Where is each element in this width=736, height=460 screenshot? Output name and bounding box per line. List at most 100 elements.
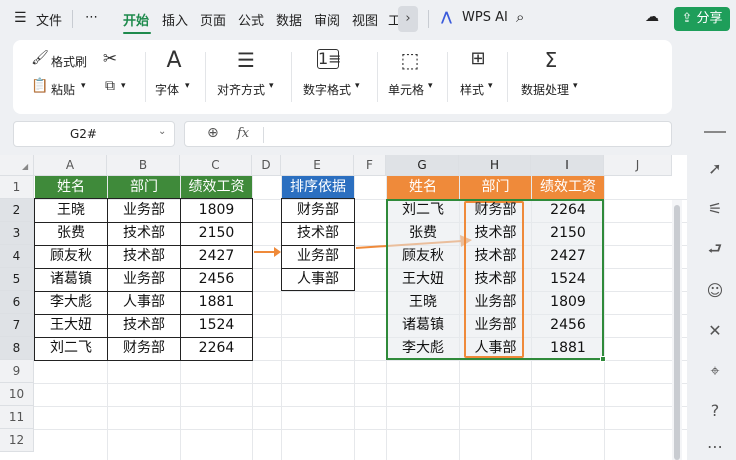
fx-icon[interactable]: fx xyxy=(237,126,249,141)
table-cell[interactable]: 王晓 xyxy=(35,199,107,222)
collapse-icon[interactable] xyxy=(704,131,726,133)
tab-home[interactable]: 开始 xyxy=(123,10,149,29)
chevron-down-icon[interactable]: ▾ xyxy=(121,81,126,91)
tab-insert[interactable]: 插入 xyxy=(162,10,188,29)
result-cell[interactable]: 2427 xyxy=(532,245,604,268)
search-icon[interactable]: ⌕ xyxy=(516,8,524,26)
source-header-name[interactable]: 姓名 xyxy=(35,176,107,199)
tools-icon[interactable]: ✕ xyxy=(704,320,726,342)
share-button[interactable]: ⇪ 分享 xyxy=(674,7,730,31)
table-cell[interactable]: 2456 xyxy=(181,268,252,291)
result-cell[interactable]: 刘二飞 xyxy=(387,199,459,222)
chevron-down-icon[interactable]: ▾ xyxy=(81,81,86,91)
tab-page[interactable]: 页面 xyxy=(200,10,226,29)
column-header-i[interactable]: I xyxy=(531,155,604,176)
column-header-j[interactable]: J xyxy=(604,155,672,176)
result-cell[interactable]: 顾友秋 xyxy=(387,245,459,268)
zoom-icon[interactable]: ⊕ xyxy=(207,125,219,141)
row-header-6[interactable]: 6 xyxy=(0,291,34,314)
chevron-right-icon[interactable]: › xyxy=(398,6,418,32)
result-cell[interactable]: 2264 xyxy=(532,199,604,222)
table-cell[interactable]: 业务部 xyxy=(108,199,180,222)
row-header-7[interactable]: 7 xyxy=(0,314,34,337)
paste-button[interactable]: 粘贴 xyxy=(51,81,75,98)
number-format-group-button[interactable]: 数字格式 xyxy=(303,81,351,98)
source-header-dept[interactable]: 部门 xyxy=(108,176,180,199)
map-icon[interactable]: ⌖ xyxy=(704,360,726,382)
alignment-group-button[interactable]: 对齐方式 xyxy=(217,81,265,98)
table-cell[interactable]: 王大妞 xyxy=(35,314,107,337)
result-cell[interactable]: 技术部 xyxy=(460,222,531,245)
style-group-button[interactable]: 样式 xyxy=(460,81,484,98)
column-header-f[interactable]: F xyxy=(354,155,386,176)
result-cell[interactable]: 张费 xyxy=(387,222,459,245)
result-cell[interactable]: 王晓 xyxy=(387,291,459,314)
table-cell[interactable]: 刘二飞 xyxy=(35,337,107,360)
scrollbar-thumb[interactable] xyxy=(674,205,680,460)
tab-formula[interactable]: 公式 xyxy=(238,10,264,29)
name-box[interactable]: G2# ⌄ xyxy=(13,121,175,147)
source-header-salary[interactable]: 绩效工资 xyxy=(181,176,252,199)
table-cell[interactable]: 1881 xyxy=(181,291,252,314)
column-header-a[interactable]: A xyxy=(34,155,107,176)
cursor-icon[interactable]: ➚ xyxy=(704,158,726,180)
table-cell[interactable]: 1809 xyxy=(181,199,252,222)
result-header-dept[interactable]: 部门 xyxy=(460,176,531,199)
format-painter-button[interactable]: 格式刷 xyxy=(51,53,87,70)
row-header-2[interactable]: 2 xyxy=(0,199,34,222)
table-cell[interactable]: 诸葛镇 xyxy=(35,268,107,291)
font-group-button[interactable]: 字体 xyxy=(155,81,179,98)
sort-basis-item[interactable]: 技术部 xyxy=(282,222,354,245)
return-icon[interactable]: ⮐ xyxy=(704,238,726,260)
wps-ai-button[interactable]: WPS AI xyxy=(462,10,508,25)
tab-view[interactable]: 视图 xyxy=(352,10,378,29)
table-cell[interactable]: 2150 xyxy=(181,222,252,245)
row-header-3[interactable]: 3 xyxy=(0,222,34,245)
tab-data[interactable]: 数据 xyxy=(276,10,302,29)
table-cell[interactable]: 技术部 xyxy=(108,314,180,337)
menu-file[interactable]: 文件 xyxy=(36,10,62,29)
row-header-10[interactable]: 10 xyxy=(0,383,34,406)
result-cell[interactable]: 业务部 xyxy=(460,291,531,314)
result-cell[interactable]: 2150 xyxy=(532,222,604,245)
result-cell[interactable]: 业务部 xyxy=(460,314,531,337)
result-cell[interactable]: 2456 xyxy=(532,314,604,337)
row-header-4[interactable]: 4 xyxy=(0,245,34,268)
table-cell[interactable]: 人事部 xyxy=(108,291,180,314)
result-cell[interactable]: 技术部 xyxy=(460,268,531,291)
result-cell[interactable]: 1881 xyxy=(532,337,604,360)
result-cell[interactable]: 财务部 xyxy=(460,199,531,222)
chevron-down-icon[interactable]: ⌄ xyxy=(158,126,166,137)
result-header-salary[interactable]: 绩效工资 xyxy=(532,176,604,199)
cell-group-button[interactable]: 单元格 xyxy=(388,81,424,98)
result-cell[interactable]: 1524 xyxy=(532,268,604,291)
result-cell[interactable]: 技术部 xyxy=(460,245,531,268)
column-header-c[interactable]: C xyxy=(180,155,252,176)
cloud-upload-icon[interactable]: ☁ xyxy=(645,9,659,25)
row-header-1[interactable]: 1 xyxy=(0,176,34,199)
table-cell[interactable]: 技术部 xyxy=(108,245,180,268)
result-cell[interactable]: 王大妞 xyxy=(387,268,459,291)
help-icon[interactable]: ? xyxy=(704,400,726,422)
more-dots-icon[interactable]: ⋯ xyxy=(704,436,726,458)
select-all-corner[interactable]: ◢ xyxy=(0,155,34,176)
table-cell[interactable]: 2264 xyxy=(181,337,252,360)
table-cell[interactable]: 技术部 xyxy=(108,222,180,245)
tab-review[interactable]: 审阅 xyxy=(314,10,340,29)
sort-basis-header[interactable]: 排序依据 xyxy=(282,176,354,199)
sort-basis-item[interactable]: 业务部 xyxy=(282,245,354,268)
result-cell[interactable]: 诸葛镇 xyxy=(387,314,459,337)
row-header-12[interactable]: 12 xyxy=(0,429,34,452)
row-header-11[interactable]: 11 xyxy=(0,406,34,429)
table-cell[interactable]: 李大彪 xyxy=(35,291,107,314)
column-header-h[interactable]: H xyxy=(459,155,531,176)
emoji-icon[interactable]: ☺ xyxy=(704,280,726,302)
cut-icon[interactable]: ✂ xyxy=(95,49,125,69)
menu-icon[interactable]: ☰ xyxy=(14,10,27,26)
formula-bar[interactable]: ⊕ fx xyxy=(184,121,672,147)
more-icon[interactable]: ⋯ xyxy=(85,10,98,25)
column-header-b[interactable]: B xyxy=(107,155,180,176)
result-cell[interactable]: 人事部 xyxy=(460,337,531,360)
result-header-name[interactable]: 姓名 xyxy=(387,176,459,199)
table-cell[interactable]: 1524 xyxy=(181,314,252,337)
